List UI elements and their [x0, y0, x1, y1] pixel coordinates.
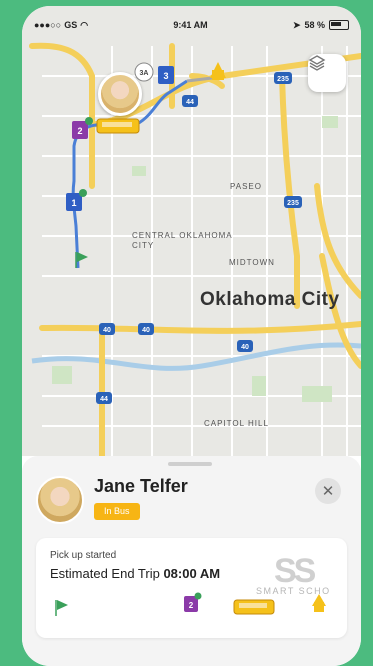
- signal-icon: ●●●○○: [34, 20, 62, 30]
- highway-shield: 235: [274, 72, 292, 84]
- map-label-midtown: MIDTOWN: [229, 258, 275, 267]
- stop-marker[interactable]: 3: [158, 66, 174, 84]
- map-label-capitol-hill: CAPITOL HILL: [204, 419, 269, 428]
- status-badge: In Bus: [94, 503, 140, 520]
- svg-text:1: 1: [71, 198, 76, 208]
- highway-shield: 3A: [134, 62, 154, 82]
- status-bar: ●●●○○ GS ◠ 9:41 AM ➤ 58 %: [22, 6, 361, 44]
- close-button[interactable]: ✕: [315, 478, 341, 504]
- avatar: [36, 476, 84, 524]
- start-flag-icon: [55, 600, 68, 616]
- highway-shield: 40: [99, 323, 115, 335]
- carrier-label: GS: [64, 20, 78, 30]
- pickup-status: Pick up started: [50, 550, 117, 561]
- status-time: 9:41 AM: [173, 20, 208, 30]
- highway-shield: 44: [182, 95, 198, 107]
- wifi-icon: ◠: [80, 19, 89, 30]
- svg-text:44: 44: [100, 396, 108, 403]
- eta-time: 08:00 AM: [163, 566, 221, 581]
- svg-text:235: 235: [277, 76, 289, 83]
- svg-text:2: 2: [77, 126, 82, 136]
- school-icon: [312, 594, 326, 612]
- stop-marker[interactable]: 1: [66, 189, 87, 211]
- sheet-drag-handle[interactable]: [168, 462, 212, 466]
- svg-text:40: 40: [103, 327, 111, 334]
- trip-progress-track: 2: [55, 592, 326, 616]
- highway-shield: 44: [96, 392, 112, 404]
- svg-text:44: 44: [186, 99, 194, 106]
- battery-label: 58 %: [304, 20, 325, 30]
- student-avatar-marker[interactable]: [98, 72, 142, 116]
- map-layers-button[interactable]: [308, 54, 346, 92]
- svg-text:3A: 3A: [140, 70, 149, 77]
- school-icon[interactable]: [210, 62, 226, 80]
- svg-text:40: 40: [241, 344, 249, 351]
- map-label-city: Oklahoma City: [200, 289, 340, 310]
- eta-line: Estimated End Trip 08:00 AM: [50, 566, 220, 581]
- bus-icon[interactable]: [96, 118, 140, 134]
- svg-text:40: 40: [142, 327, 150, 334]
- map-view[interactable]: 235 44 235 40 40 40 44 3A 3 2 1 ●●●○○ GS…: [22, 6, 361, 456]
- driver-name: Jane Telfer: [94, 476, 188, 496]
- svg-text:2: 2: [189, 601, 194, 610]
- bus-icon: [233, 599, 275, 615]
- stop-marker: 2: [184, 592, 202, 612]
- highway-shield: 40: [237, 340, 253, 352]
- watermark-text: SMART SCHO: [256, 586, 331, 596]
- highway-shield: 40: [138, 323, 154, 335]
- location-icon: ➤: [292, 19, 301, 30]
- layers-icon: [308, 55, 326, 71]
- close-icon: ✕: [321, 483, 335, 500]
- svg-text:3: 3: [163, 71, 168, 81]
- map-label-paseo: PASEO: [230, 182, 262, 191]
- battery-icon: [329, 20, 349, 30]
- map-label-central: CENTRAL OKLAHOMA CITY: [132, 231, 233, 250]
- eta-label: Estimated End Trip: [50, 566, 160, 581]
- highway-shield: 235: [284, 196, 302, 208]
- svg-text:235: 235: [287, 200, 299, 207]
